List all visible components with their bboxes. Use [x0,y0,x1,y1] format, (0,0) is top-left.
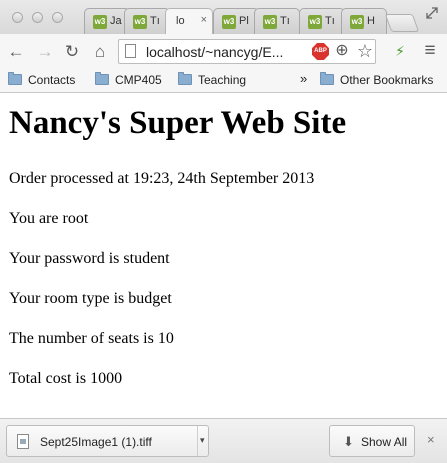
address-url[interactable]: localhost/~nancyg/E... [146,44,283,60]
folder-icon [8,72,22,85]
close-window-button[interactable] [12,12,23,23]
total-cost-text: Total cost is 1000 [9,370,123,387]
bookmark-label: Contacts [28,73,76,87]
new-tab-button[interactable] [384,14,420,32]
w3schools-icon: w3 [350,15,364,29]
user-text: You are root [9,210,89,227]
folder-icon [95,72,109,85]
zoom-window-button[interactable] [52,12,63,23]
w3schools-icon: w3 [308,15,322,29]
tab-title: Tı [325,15,335,27]
minimize-window-button[interactable] [32,12,43,23]
bookmarks-bar: Contacts CMP405 Teaching » Other Bookmar… [0,69,447,93]
bookmark-label: Teaching [198,73,247,87]
show-all-label: Show All [361,435,408,449]
bookmark-label: Other Bookmarks [340,73,434,87]
w3schools-icon: w3 [133,15,147,29]
page-icon [125,44,136,58]
folder-icon [320,72,334,85]
browser-toolbar: ← → ↻ ⌂ localhost/~nancyg/E... ABP ⊕ ☆ ⚡… [0,34,447,70]
tab-4[interactable]: w3 Pl [213,8,259,34]
search-icon[interactable]: ⊕ [332,41,352,61]
order-time-text: Order processed at 19:23, 24th September… [9,170,315,187]
close-icon[interactable]: × [427,432,435,447]
tab-active[interactable]: lo × [165,8,213,34]
forward-arrow-icon[interactable]: → [35,42,55,62]
back-arrow-icon[interactable]: ← [6,42,26,62]
home-icon[interactable]: ⌂ [90,42,110,62]
download-item[interactable]: Sept25Image1 (1).tiff ▾ [6,425,209,457]
show-all-button[interactable]: ⬇ Show All [329,425,415,457]
download-file-name[interactable]: Sept25Image1 (1).tiff [40,435,152,449]
folder-icon [178,72,192,85]
tab-6[interactable]: w3 Tı [299,8,345,34]
chevron-down-icon[interactable]: ▾ [200,435,205,446]
bookmark-label: CMP405 [115,73,162,87]
page-title: Nancy's Super Web Site [9,105,347,141]
tab-title: lo [176,15,185,27]
image-file-icon [17,434,29,449]
bookmark-contacts[interactable]: Contacts [8,72,76,87]
extension-icon[interactable]: ⚡ [390,41,410,61]
star-icon[interactable]: ☆ [355,41,375,61]
w3schools-icon: w3 [222,15,236,29]
tab-title: Tı [280,15,290,27]
room-type-text: Your room type is budget [9,290,172,307]
bookmark-teaching[interactable]: Teaching [178,72,247,87]
tab-title: Ja [110,15,122,27]
bookmark-cmp405[interactable]: CMP405 [95,72,162,87]
page-content: Nancy's Super Web Site Order processed a… [0,93,447,418]
close-tab-icon[interactable]: × [201,14,207,26]
download-shelf: Sept25Image1 (1).tiff ▾ ⬇ Show All × [0,418,447,463]
seats-text: The number of seats is 10 [9,330,174,347]
tab-title: H [367,15,375,27]
divider [197,426,198,456]
fullscreen-icon[interactable] [426,7,438,19]
tab-2[interactable]: w3 Tı [124,8,170,34]
reload-icon[interactable]: ↻ [62,42,82,62]
w3schools-icon: w3 [263,15,277,29]
bookmark-other[interactable]: Other Bookmarks [320,72,434,87]
tab-title: Pl [239,15,249,27]
tab-5[interactable]: w3 Tı [254,8,300,34]
tab-7[interactable]: w3 H [341,8,387,34]
w3schools-icon: w3 [93,15,107,29]
tab-strip: w3 Ja w3 Tı lo × w3 Pl w3 Tı w3 Tı w3 H [0,0,447,34]
bookmarks-overflow-chevron[interactable]: » [300,71,307,86]
tab-title: Tı [150,15,160,27]
password-text: Your password is student [9,250,170,267]
download-arrow-icon: ⬇ [343,434,354,449]
menu-icon[interactable]: ≡ [420,41,440,61]
